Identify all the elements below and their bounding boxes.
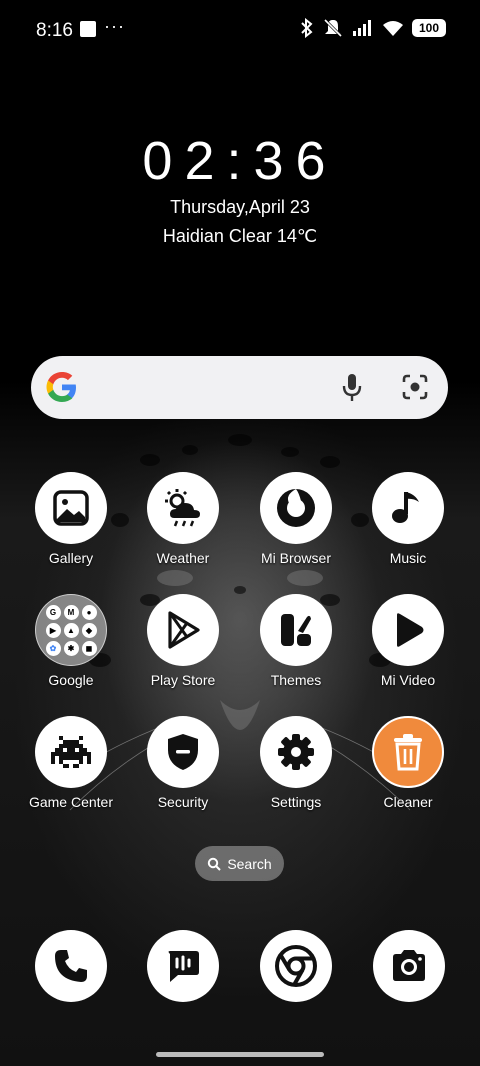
browser-icon [260,472,332,544]
more-notifications-icon: ··· [104,16,125,36]
dock-chrome[interactable] [260,930,332,1002]
lens-icon[interactable] [401,373,429,401]
app-themes[interactable]: Themes [240,594,352,688]
app-label: Mi Video [380,672,436,688]
google-mini-icon: G [45,604,61,620]
chrome-icon [275,945,317,987]
themes-icon [260,594,332,666]
app-label: Weather [156,550,210,566]
app-weather[interactable]: Weather [127,472,239,566]
mic-mini-icon: ● [81,604,97,620]
navigation-handle[interactable] [156,1052,324,1057]
app-label: Settings [270,794,322,810]
play-store-icon [147,594,219,666]
drive-mini-icon: ▲ [63,622,79,638]
status-bar: 8:16 ··· 100 [0,0,480,60]
dock-phone[interactable] [35,930,107,1002]
photos-mini-icon: ✿ [45,640,61,656]
clock-widget-time[interactable]: 02:36 [0,130,480,192]
app-label: Gallery [48,550,94,566]
app-play-store[interactable]: Play Store [127,594,239,688]
video-icon [372,594,444,666]
app-mi-video[interactable]: Mi Video [352,594,464,688]
gallery-icon [35,472,107,544]
app-label: Mi Browser [260,550,331,566]
app-label: Play Store [150,672,216,688]
app-game-center[interactable]: Game Center [15,716,127,810]
mic-icon[interactable] [339,372,365,404]
weather-icon [147,472,219,544]
messages-icon [168,951,199,982]
app-label: Cleaner [383,794,433,810]
notification-square-icon [80,21,96,37]
gmail-mini-icon: M [63,604,79,620]
maps-mini-icon: ◆ [81,622,97,638]
status-icons: 100 [300,18,446,38]
app-label: Music [389,550,427,566]
app-security[interactable]: Security [127,716,239,810]
app-cleaner[interactable]: Cleaner [352,716,464,810]
battery-icon: 100 [412,19,446,37]
clock-widget-date[interactable]: Thursday,April 23 [0,197,480,218]
app-mi-browser[interactable]: Mi Browser [240,472,352,566]
music-icon [372,472,444,544]
app-label: Google [48,672,94,688]
phone-icon [55,950,87,982]
settings-icon [260,716,332,788]
app-label: Themes [270,672,322,688]
folder-icon: G M ● ▶ ▲ ◆ ✿ ✱ ◼ [35,594,107,666]
cleaner-icon [372,716,444,788]
wifi-icon [383,21,403,36]
dock-messages[interactable] [147,930,219,1002]
app-settings[interactable]: Settings [240,716,352,810]
folder-google[interactable]: G M ● ▶ ▲ ◆ ✿ ✱ ◼ Google [15,594,127,688]
home-search-button[interactable]: Search [195,846,284,881]
app-gallery[interactable]: Gallery [15,472,127,566]
google-logo-icon [46,372,76,402]
app-label: Security [157,794,209,810]
pinwheel-mini-icon: ✱ [63,640,79,656]
search-icon [208,857,222,871]
clock-widget-weather[interactable]: Haidian Clear 14℃ [0,226,480,247]
dock-camera[interactable] [373,930,445,1002]
silent-icon [323,18,343,38]
game-icon [35,716,107,788]
search-label: Search [227,855,272,872]
app-music[interactable]: Music [352,472,464,566]
meet-mini-icon: ◼ [81,640,97,656]
signal-icon [353,20,371,36]
camera-icon [393,950,425,981]
bluetooth-icon [301,18,313,38]
security-icon [147,716,219,788]
status-time: 8:16 [36,20,73,41]
google-search-bar[interactable] [31,356,448,419]
youtube-mini-icon: ▶ [45,622,61,638]
app-label: Game Center [28,794,114,810]
